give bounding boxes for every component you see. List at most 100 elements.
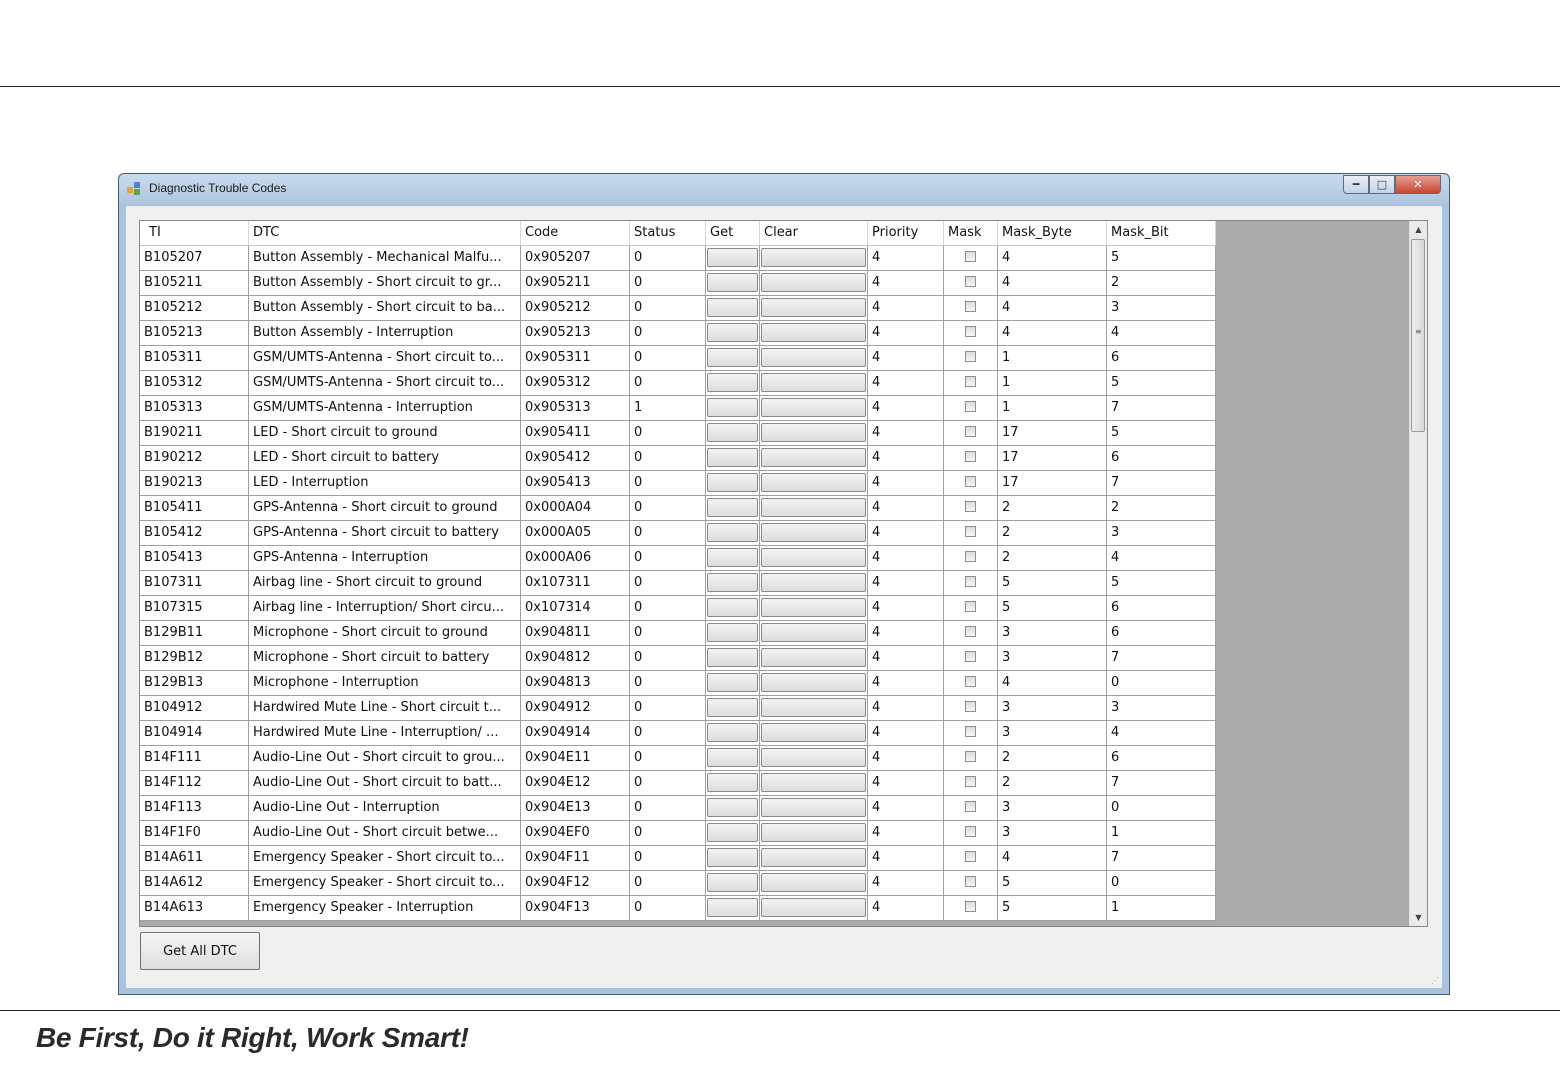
cell-code[interactable]: 0x905213 xyxy=(521,321,630,346)
cell-priority[interactable]: 4 xyxy=(868,571,944,596)
cell-mask-bit[interactable]: 0 xyxy=(1107,871,1216,896)
cell-status[interactable]: 1 xyxy=(630,396,706,421)
maximize-icon[interactable]: □ xyxy=(1369,175,1395,194)
table-row[interactable]: B107315 Airbag line - Interruption/ Short… xyxy=(140,596,1216,621)
table-row[interactable]: B105313 GSM/UMTS-Antenna - Interruption 0x… xyxy=(140,396,1216,421)
mask-checkbox[interactable] xyxy=(965,526,976,537)
table-row[interactable]: B104914 Hardwired Mute Line - Interruptio… xyxy=(140,721,1216,746)
clear-button[interactable] xyxy=(761,573,866,592)
mask-checkbox[interactable] xyxy=(965,301,976,312)
table-row[interactable]: B107311 Airbag line - Short circuit to gr… xyxy=(140,571,1216,596)
cell-priority[interactable]: 4 xyxy=(868,346,944,371)
mask-checkbox[interactable] xyxy=(965,751,976,762)
clear-button[interactable] xyxy=(761,748,866,767)
cell-dtc[interactable]: Emergency Speaker - Short circuit to... xyxy=(249,846,521,871)
cell-code[interactable]: 0x905413 xyxy=(521,471,630,496)
mask-checkbox[interactable] xyxy=(965,551,976,562)
cell-mask-bit[interactable]: 3 xyxy=(1107,296,1216,321)
clear-button[interactable] xyxy=(761,673,866,692)
table-row[interactable]: B190212 LED - Short circuit to battery 0x9… xyxy=(140,446,1216,471)
cell-dtc[interactable]: GSM/UMTS-Antenna - Short circuit to... xyxy=(249,371,521,396)
get-button[interactable] xyxy=(707,248,758,267)
cell-dtc[interactable]: GSM/UMTS-Antenna - Interruption xyxy=(249,396,521,421)
cell-priority[interactable]: 4 xyxy=(868,846,944,871)
get-button[interactable] xyxy=(707,623,758,642)
cell-ti[interactable]: B14A613 xyxy=(140,896,249,921)
cell-ti[interactable]: B14F113 xyxy=(140,796,249,821)
clear-button[interactable] xyxy=(761,348,866,367)
cell-priority[interactable]: 4 xyxy=(868,621,944,646)
cell-status[interactable]: 0 xyxy=(630,571,706,596)
cell-code[interactable]: 0x000A06 xyxy=(521,546,630,571)
cell-priority[interactable]: 4 xyxy=(868,746,944,771)
clear-button[interactable] xyxy=(761,623,866,642)
cell-status[interactable]: 0 xyxy=(630,246,706,271)
cell-ti[interactable]: B105412 xyxy=(140,521,249,546)
get-button[interactable] xyxy=(707,598,758,617)
mask-checkbox[interactable] xyxy=(965,776,976,787)
cell-code[interactable]: 0x904E11 xyxy=(521,746,630,771)
cell-code[interactable]: 0x904F13 xyxy=(521,896,630,921)
cell-status[interactable]: 0 xyxy=(630,521,706,546)
cell-priority[interactable]: 4 xyxy=(868,546,944,571)
cell-dtc[interactable]: Microphone - Interruption xyxy=(249,671,521,696)
cell-priority[interactable]: 4 xyxy=(868,296,944,321)
mask-checkbox[interactable] xyxy=(965,576,976,587)
cell-mask-bit[interactable]: 5 xyxy=(1107,421,1216,446)
clear-button[interactable] xyxy=(761,248,866,267)
cell-ti[interactable]: B190211 xyxy=(140,421,249,446)
cell-mask-bit[interactable]: 4 xyxy=(1107,321,1216,346)
clear-button[interactable] xyxy=(761,798,866,817)
get-button[interactable] xyxy=(707,748,758,767)
clear-button[interactable] xyxy=(761,773,866,792)
cell-status[interactable]: 0 xyxy=(630,746,706,771)
cell-status[interactable]: 0 xyxy=(630,271,706,296)
cell-code[interactable]: 0x904EF0 xyxy=(521,821,630,846)
cell-code[interactable]: 0x905207 xyxy=(521,246,630,271)
table-row[interactable]: B14A613 Emergency Speaker - Interruption 0… xyxy=(140,896,1216,921)
cell-ti[interactable]: B105413 xyxy=(140,546,249,571)
cell-mask-bit[interactable]: 1 xyxy=(1107,896,1216,921)
cell-ti[interactable]: B107311 xyxy=(140,571,249,596)
table-row[interactable]: B105212 Button Assembly - Short circuit t… xyxy=(140,296,1216,321)
column-header-clear[interactable]: Clear xyxy=(760,221,868,246)
clear-button[interactable] xyxy=(761,273,866,292)
table-row[interactable]: B14A612 Emergency Speaker - Short circuit… xyxy=(140,871,1216,896)
clear-button[interactable] xyxy=(761,473,866,492)
get-button[interactable] xyxy=(707,898,758,917)
cell-mask-byte[interactable]: 5 xyxy=(998,896,1107,921)
cell-dtc[interactable]: Audio-Line Out - Short circuit to batt..… xyxy=(249,771,521,796)
cell-priority[interactable]: 4 xyxy=(868,246,944,271)
cell-ti[interactable]: B104912 xyxy=(140,696,249,721)
cell-ti[interactable]: B105312 xyxy=(140,371,249,396)
cell-dtc[interactable]: LED - Interruption xyxy=(249,471,521,496)
cell-status[interactable]: 0 xyxy=(630,696,706,721)
cell-mask-byte[interactable]: 2 xyxy=(998,746,1107,771)
close-icon[interactable]: ✕ xyxy=(1395,175,1441,194)
table-row[interactable]: B14F113 Audio-Line Out - Interruption 0x90… xyxy=(140,796,1216,821)
cell-code[interactable]: 0x904912 xyxy=(521,696,630,721)
get-button[interactable] xyxy=(707,323,758,342)
cell-priority[interactable]: 4 xyxy=(868,271,944,296)
cell-mask-bit[interactable]: 5 xyxy=(1107,571,1216,596)
mask-checkbox[interactable] xyxy=(965,851,976,862)
clear-button[interactable] xyxy=(761,648,866,667)
cell-ti[interactable]: B14A611 xyxy=(140,846,249,871)
cell-priority[interactable]: 4 xyxy=(868,721,944,746)
get-all-dtc-button[interactable]: Get All DTC xyxy=(140,932,260,970)
table-row[interactable]: B105312 GSM/UMTS-Antenna - Short circuit … xyxy=(140,371,1216,396)
column-header-ti[interactable]: TI xyxy=(140,221,249,246)
cell-dtc[interactable]: Audio-Line Out - Interruption xyxy=(249,796,521,821)
cell-dtc[interactable]: GPS-Antenna - Interruption xyxy=(249,546,521,571)
cell-status[interactable]: 0 xyxy=(630,421,706,446)
table-row[interactable]: B105311 GSM/UMTS-Antenna - Short circuit … xyxy=(140,346,1216,371)
cell-mask-byte[interactable]: 4 xyxy=(998,846,1107,871)
cell-status[interactable]: 0 xyxy=(630,821,706,846)
cell-mask-bit[interactable]: 6 xyxy=(1107,346,1216,371)
table-row[interactable]: B129B11 Microphone - Short circuit to gro… xyxy=(140,621,1216,646)
cell-code[interactable]: 0x904E12 xyxy=(521,771,630,796)
cell-mask-byte[interactable]: 17 xyxy=(998,471,1107,496)
cell-status[interactable]: 0 xyxy=(630,596,706,621)
clear-button[interactable] xyxy=(761,598,866,617)
cell-mask-byte[interactable]: 2 xyxy=(998,771,1107,796)
